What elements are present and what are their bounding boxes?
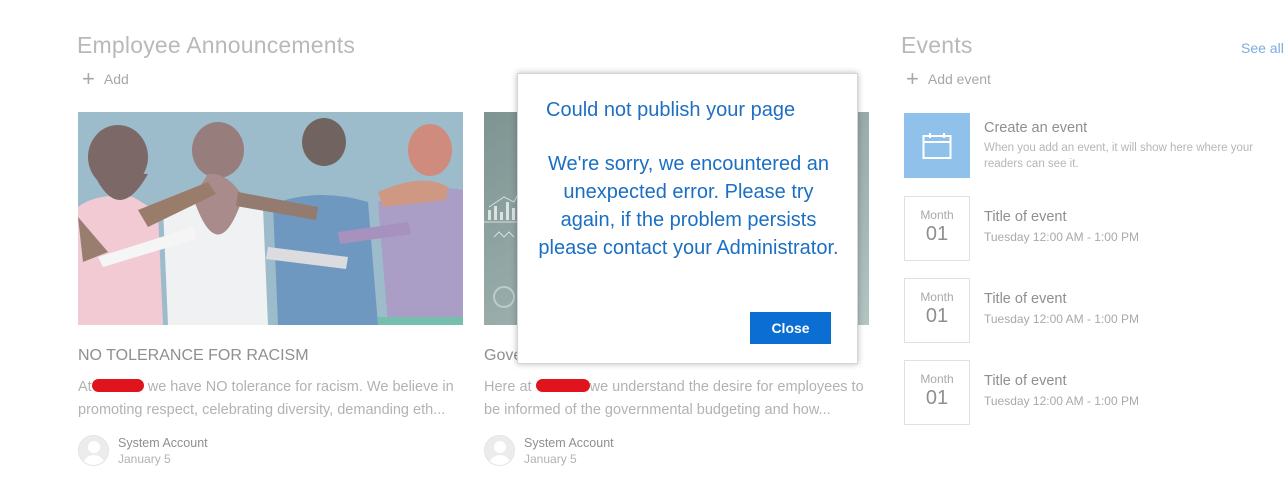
news-card-description: Here at we understand the desire for emp…	[484, 376, 869, 422]
desc-prefix: At	[78, 379, 92, 395]
redaction-mark	[535, 379, 590, 392]
event-month: Month	[920, 290, 954, 304]
create-event-description: When you add an event, it will show here…	[984, 142, 1254, 170]
event-date-tile: Month 01	[904, 360, 970, 425]
event-day: 01	[925, 223, 949, 245]
event-time: Tuesday 12:00 AM - 1:00 PM	[984, 394, 1139, 408]
event-item[interactable]: Month 01 Title of event Tuesday 12:00 AM…	[904, 278, 1139, 343]
event-title: Title of event	[984, 291, 1067, 307]
announcements-title: Employee Announcements	[77, 32, 356, 58]
event-time: Tuesday 12:00 AM - 1:00 PM	[984, 230, 1139, 244]
event-date-tile: Month 01	[904, 196, 970, 261]
event-date-tile: Month 01	[904, 278, 970, 343]
desc-prefix: Here at	[484, 379, 532, 395]
plus-icon: +	[906, 66, 919, 91]
event-month: Month	[920, 208, 954, 222]
event-day: 01	[925, 305, 949, 327]
event-month: Month	[920, 372, 954, 386]
add-announcement-label: Add	[103, 71, 129, 87]
avatar	[484, 435, 515, 466]
news-card[interactable]: NO TOLERANCE FOR RACISM At we have NO to…	[78, 112, 463, 466]
redaction-mark	[91, 379, 144, 392]
event-day: 01	[925, 387, 949, 409]
news-card-author: System Account January 5	[484, 435, 869, 466]
author-name: System Account	[524, 435, 614, 450]
author-date: January 5	[118, 451, 171, 466]
close-button[interactable]: Close	[750, 312, 831, 344]
create-event-title: Create an event	[984, 120, 1088, 136]
news-card-author: System Account January 5	[78, 435, 463, 466]
news-card-image	[78, 112, 463, 325]
create-event-item[interactable]: Create an event When you add an event, i…	[904, 113, 1274, 178]
event-item[interactable]: Month 01 Title of event Tuesday 12:00 AM…	[904, 196, 1139, 261]
dialog-title: Could not publish your page	[546, 99, 796, 121]
events-title: Events	[901, 32, 973, 58]
event-item[interactable]: Month 01 Title of event Tuesday 12:00 AM…	[904, 360, 1139, 425]
publish-error-dialog: Could not publish your page We're sorry,…	[517, 73, 858, 364]
dialog-message: We're sorry, we encountered an unexpecte…	[538, 153, 839, 259]
add-announcement-button[interactable]: + Add	[82, 68, 129, 90]
avatar	[78, 435, 109, 466]
author-date: January 5	[524, 451, 577, 466]
news-card-description: At we have NO tolerance for racism. We b…	[78, 376, 463, 422]
see-all-link[interactable]: See all	[1241, 40, 1284, 56]
news-card-title[interactable]: NO TOLERANCE FOR RACISM	[78, 347, 463, 365]
calendar-icon	[904, 113, 970, 178]
event-time: Tuesday 12:00 AM - 1:00 PM	[984, 312, 1139, 326]
author-name: System Account	[118, 435, 208, 450]
event-title: Title of event	[984, 373, 1067, 389]
plus-icon: +	[82, 66, 95, 91]
event-title: Title of event	[984, 209, 1067, 225]
add-event-button[interactable]: + Add event	[906, 68, 991, 90]
add-event-label: Add event	[927, 71, 991, 87]
